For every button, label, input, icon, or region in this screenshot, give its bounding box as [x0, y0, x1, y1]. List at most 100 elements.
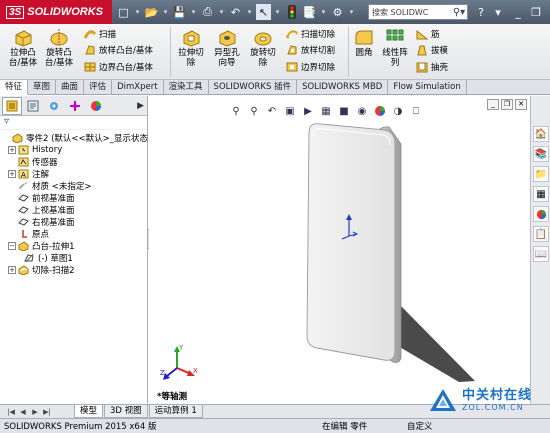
- design-library-icon[interactable]: 📚: [533, 146, 549, 162]
- shell-button[interactable]: 抽壳: [416, 61, 448, 73]
- chevron-down-icon[interactable]: ▾: [190, 8, 197, 16]
- tree-node[interactable]: 材质 <未指定>: [0, 180, 147, 192]
- first-tab-icon[interactable]: |◀: [6, 408, 16, 416]
- search-box[interactable]: 搜索 SOLIDWC ⚲▾: [368, 4, 468, 20]
- hole-wizard-button[interactable]: 异型孔 向导: [210, 27, 244, 68]
- extrude-cut-icon: [183, 30, 200, 47]
- chevron-down-icon[interactable]: ▾: [134, 8, 141, 16]
- rebuild-traffic-light-icon[interactable]: [284, 4, 299, 20]
- command-tab[interactable]: 草图: [28, 80, 57, 95]
- draft-button[interactable]: 拔模: [416, 44, 448, 56]
- select-pointer-icon[interactable]: ↖: [256, 4, 271, 20]
- search-icon[interactable]: ⚲▾: [451, 7, 467, 18]
- next-tab-icon[interactable]: ▶: [30, 408, 40, 416]
- boundary-cut-button[interactable]: 边界切除: [286, 61, 335, 73]
- display-manager-tab[interactable]: [86, 97, 106, 115]
- view-palette-icon[interactable]: ▦: [533, 186, 549, 202]
- sweep-label: 扫描: [99, 30, 117, 40]
- revolve-cut-button[interactable]: 旋转切 除: [246, 27, 280, 68]
- boundary-boss-button[interactable]: 边界凸台/基体: [84, 61, 153, 73]
- property-manager-tab[interactable]: [23, 97, 43, 115]
- hole-wizard-label: 异型孔 向导: [214, 48, 240, 68]
- bottom-tab[interactable]: 模型: [74, 405, 104, 418]
- file-explorer-icon[interactable]: 📁: [533, 166, 549, 182]
- rib-button[interactable]: 筋: [416, 28, 440, 40]
- command-tab[interactable]: DimXpert: [112, 80, 164, 95]
- feature-manager-tab[interactable]: [2, 96, 22, 115]
- chevron-down-icon[interactable]: ▾: [246, 8, 253, 16]
- solidworks-resources-icon[interactable]: 🏠: [533, 126, 549, 142]
- part-model[interactable]: Y X Z: [149, 96, 530, 404]
- chevron-down-icon[interactable]: ▾: [274, 8, 281, 16]
- chevron-right-icon[interactable]: ▶: [137, 101, 144, 111]
- solidworks-logo[interactable]: 3S SOLIDWORKS: [0, 0, 112, 24]
- dimxpert-manager-tab[interactable]: [65, 97, 85, 115]
- tree-node[interactable]: 原点: [0, 228, 147, 240]
- tree-node[interactable]: + A 注解: [0, 168, 147, 180]
- forum-icon[interactable]: 📖: [533, 246, 549, 262]
- options-gear-icon[interactable]: ⚙: [330, 4, 345, 20]
- expand-icon[interactable]: +: [8, 170, 16, 178]
- sweep-button[interactable]: 扫描: [84, 28, 116, 40]
- new-document-icon[interactable]: □: [116, 4, 131, 20]
- sweep-cut-button[interactable]: 扫描切除: [286, 28, 335, 40]
- undo-icon[interactable]: ↶: [228, 4, 243, 20]
- command-tab[interactable]: SOLIDWORKS MBD: [297, 80, 389, 95]
- chevron-down-icon[interactable]: ▾: [490, 4, 506, 20]
- collapse-icon[interactable]: −: [8, 242, 16, 250]
- appearances-icon[interactable]: [533, 206, 549, 222]
- loft-boss-button[interactable]: 放样凸台/基体: [84, 44, 153, 56]
- search-input[interactable]: 搜索 SOLIDWC: [372, 7, 428, 18]
- task-pane-tabs: 🏠 📚 📁 ▦ 📋 📖: [530, 96, 550, 404]
- chevron-down-icon[interactable]: ▾: [218, 8, 225, 16]
- tree-node[interactable]: 上视基准面: [0, 204, 147, 216]
- tree-node[interactable]: (-) 草图1: [0, 252, 147, 264]
- command-tab[interactable]: 曲面: [56, 80, 85, 95]
- filter-icon[interactable]: ▿: [0, 116, 147, 130]
- save-icon[interactable]: 💾: [172, 4, 187, 20]
- tree-node[interactable]: + History: [0, 144, 147, 156]
- ribbon-separator: [348, 27, 349, 77]
- prev-tab-icon[interactable]: ◀: [18, 408, 28, 416]
- print-icon[interactable]: ⎙: [200, 4, 215, 20]
- tree-node[interactable]: − 凸台-拉伸1: [0, 240, 147, 252]
- custom-properties-icon[interactable]: 📋: [533, 226, 549, 242]
- chevron-down-icon[interactable]: ▾: [320, 8, 327, 16]
- configuration-manager-tab[interactable]: [44, 97, 64, 115]
- extrude-boss-button[interactable]: 拉伸凸 台/基体: [6, 27, 40, 68]
- linear-pattern-button[interactable]: 线性阵 列: [380, 27, 410, 68]
- watermark-url-text: ZOL.COM.CN: [462, 402, 524, 412]
- revolve-cut-icon: [254, 32, 272, 46]
- tree-node-label: 注解: [32, 170, 50, 180]
- minimize-icon[interactable]: _: [510, 4, 526, 20]
- command-tab[interactable]: SOLIDWORKS 插件: [209, 80, 298, 95]
- tree-node[interactable]: 右视基准面: [0, 216, 147, 228]
- command-tab[interactable]: 渲染工具: [164, 80, 209, 95]
- bottom-tab[interactable]: 运动算例 1: [148, 405, 203, 418]
- tree-node[interactable]: 前视基准面: [0, 192, 147, 204]
- graphics-area[interactable]: ⚲ ⚲ ↶ ▣ ▶ ▦ ■ ◉ ◑ ⎕ _ ❐ ✕ Y X Z *等轴测: [149, 96, 530, 404]
- bottom-tab[interactable]: 3D 视图: [104, 405, 148, 418]
- command-tab[interactable]: Flow Simulation: [388, 80, 467, 95]
- fillet-button[interactable]: 圆角: [351, 27, 377, 58]
- revolve-boss-button[interactable]: 旋转凸 台/基体: [42, 27, 76, 68]
- last-tab-icon[interactable]: ▶|: [42, 408, 52, 416]
- chevron-down-icon[interactable]: ▾: [162, 8, 169, 16]
- file-properties-icon[interactable]: 📑: [302, 4, 317, 20]
- tree-node[interactable]: 传感器: [0, 156, 147, 168]
- tree-node-label: 上视基准面: [32, 206, 75, 216]
- svg-text:Z: Z: [160, 369, 165, 377]
- extrude-cut-button[interactable]: 拉伸切 除: [174, 27, 208, 68]
- status-units[interactable]: 自定义: [407, 420, 433, 432]
- loft-cut-button[interactable]: 放样切割: [286, 44, 335, 56]
- tree-node[interactable]: + 切除-扫描2: [0, 264, 147, 276]
- command-tab[interactable]: 评估: [84, 80, 113, 95]
- expand-icon[interactable]: +: [8, 146, 16, 154]
- open-folder-icon[interactable]: 📂: [144, 4, 159, 20]
- help-question-icon[interactable]: ?: [473, 4, 489, 20]
- tree-node[interactable]: 零件2 (默认<<默认>_显示状态: [0, 132, 148, 144]
- restore-window-icon[interactable]: ❐: [528, 4, 544, 20]
- expand-icon[interactable]: +: [8, 266, 16, 274]
- command-tab[interactable]: 特征: [0, 80, 29, 95]
- chevron-down-icon[interactable]: ▾: [348, 8, 355, 16]
